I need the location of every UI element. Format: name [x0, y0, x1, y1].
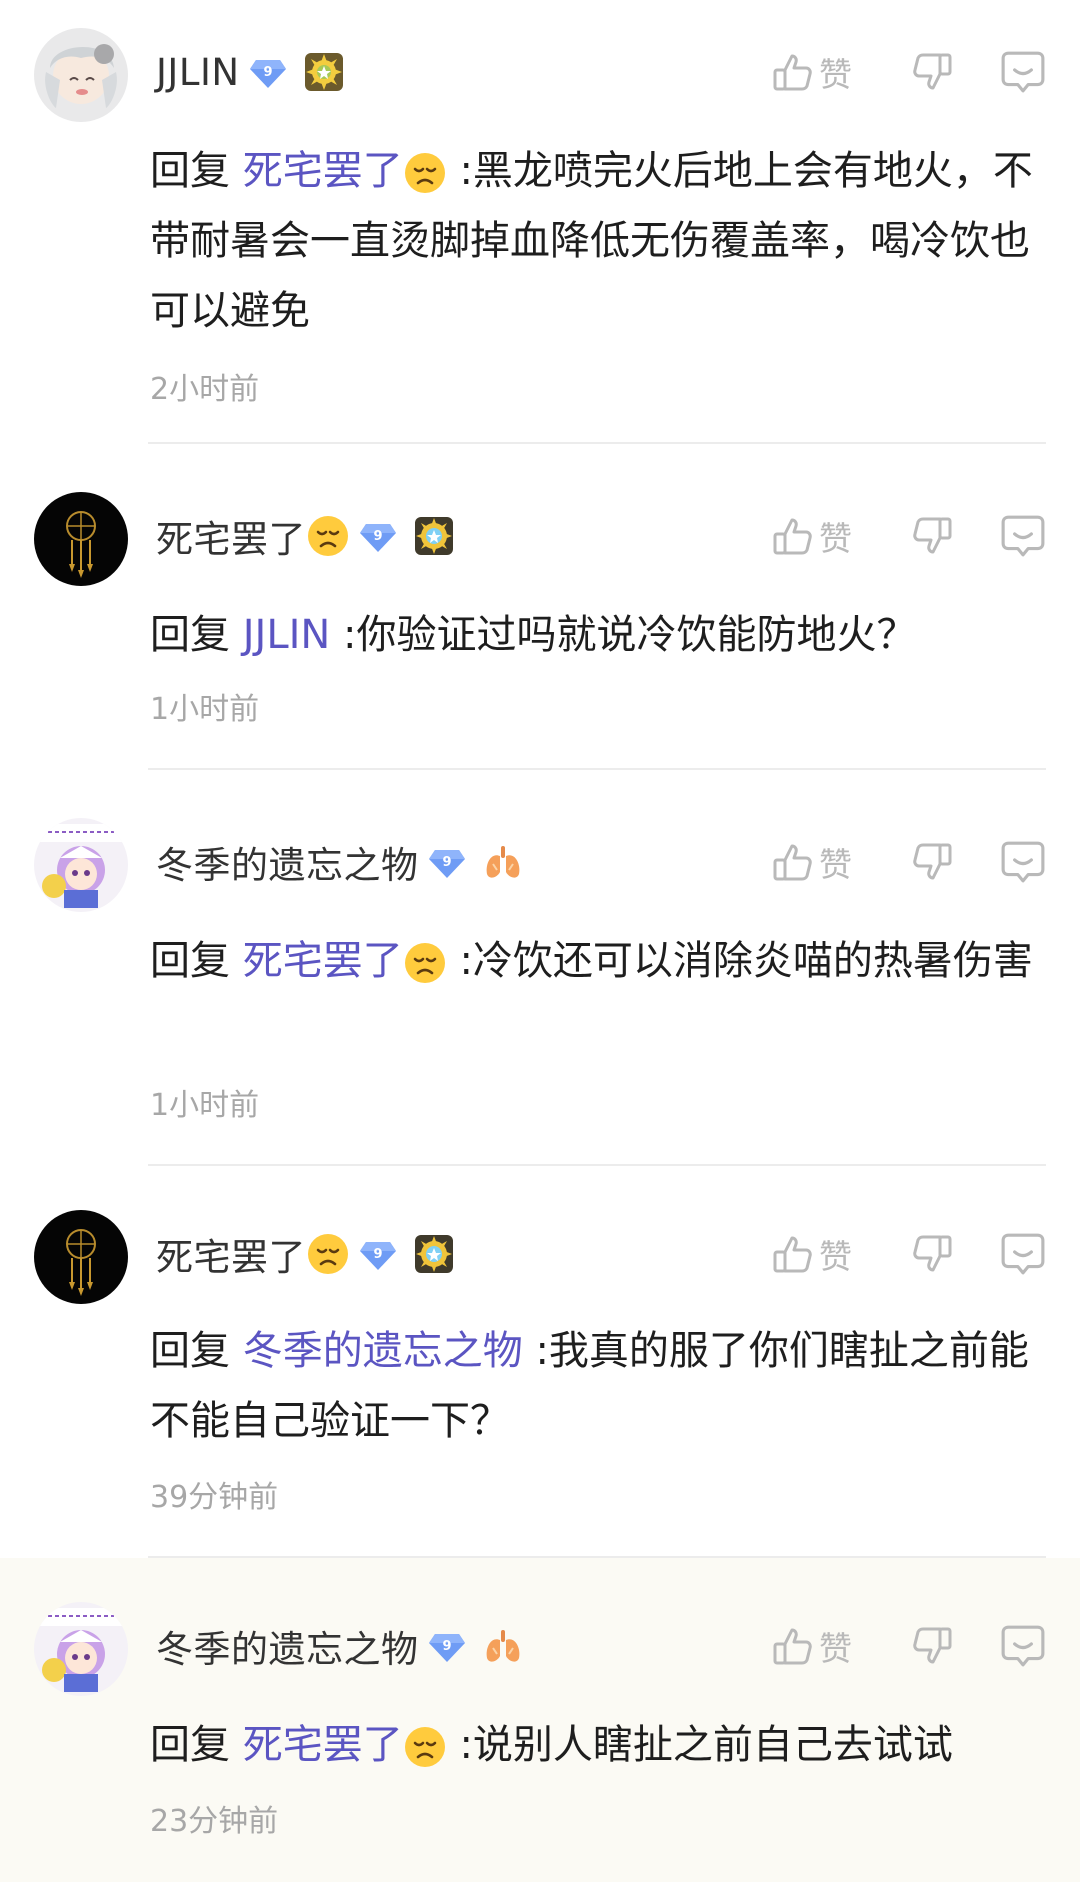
mention-name: 死宅罢了: [242, 148, 403, 194]
comment-text: 回复 JJLIN :你验证过吗就说冷饮能防地火？: [150, 600, 1040, 670]
comment-item: 冬季的遗忘之物 赞 回复 死宅罢了 :冷饮还可以消除炎喵的热暑伤害 1小时前: [0, 770, 1080, 1166]
comment-body: :冷饮还可以消除炎喵的热暑伤害: [459, 938, 1033, 984]
thumb-down-icon: [910, 840, 954, 884]
mention-name: 死宅罢了: [242, 1722, 403, 1768]
comment-header: 冬季的遗忘之物: [156, 1616, 525, 1676]
sun-medal-icon: [302, 50, 346, 94]
level-badge-icon: [358, 1234, 398, 1274]
mention-link[interactable]: 死宅罢了: [243, 938, 447, 984]
avatar[interactable]: [34, 1210, 128, 1304]
like-button[interactable]: 赞: [771, 506, 852, 566]
like-label: 赞: [819, 1629, 852, 1668]
comment-item: JJLIN 赞 回复 死宅罢了 :黑龙喷完火后地上会有地火，不带耐暑会一直烫脚掉…: [0, 0, 1080, 444]
reply-button[interactable]: [1000, 42, 1046, 102]
mention-link[interactable]: 死宅罢了: [243, 148, 447, 194]
thumb-up-icon: [771, 1232, 815, 1276]
comment-body: :说别人瞎扯之前自己去试试: [459, 1722, 953, 1768]
dislike-button[interactable]: [910, 1224, 954, 1284]
comment-item: 死宅罢了 赞 回复 冬季的遗忘之物 :我真的服了你们瞎扯之前能不能自己验证一下？…: [0, 1166, 1080, 1560]
timestamp: 2小时前: [150, 372, 260, 407]
level-badge-icon: [248, 52, 288, 92]
sad-face-emoji: [403, 151, 447, 195]
lungs-icon: [481, 1624, 525, 1668]
comment-bubble-icon: [1000, 513, 1046, 559]
comment-body: :你验证过吗就说冷饮能防地火？: [343, 612, 917, 658]
username[interactable]: 冬季的遗忘之物: [156, 835, 419, 889]
mention-link[interactable]: 死宅罢了: [243, 1722, 447, 1768]
timestamp: 1小时前: [150, 692, 260, 727]
thumb-up-icon: [771, 50, 815, 94]
dislike-button[interactable]: [910, 1616, 954, 1676]
comment-text: 回复 死宅罢了 :冷饮还可以消除炎喵的热暑伤害: [150, 926, 1040, 996]
lungs-icon: [481, 840, 525, 884]
like-button[interactable]: 赞: [771, 42, 852, 102]
avatar[interactable]: [34, 818, 128, 912]
timestamp: 23分钟前: [150, 1804, 279, 1839]
comment-header: 死宅罢了: [156, 1224, 456, 1284]
comment-header: 死宅罢了: [156, 506, 456, 566]
comment-item: 死宅罢了 赞 回复 JJLIN :你验证过吗就说冷饮能防地火？ 1小时前: [0, 444, 1080, 770]
avatar[interactable]: [34, 1602, 128, 1696]
mention-link[interactable]: JJLIN: [243, 612, 331, 658]
reply-label: 回复: [150, 148, 230, 194]
level-badge-icon: [358, 516, 398, 556]
reply-label: 回复: [150, 612, 230, 658]
comment-bubble-icon: [1000, 49, 1046, 95]
sad-face-emoji: [403, 941, 447, 985]
timestamp: 1小时前: [150, 1088, 260, 1123]
username[interactable]: JJLIN: [156, 51, 240, 94]
like-label: 赞: [819, 845, 852, 884]
thumb-down-icon: [910, 1232, 954, 1276]
blue-sun-medal-icon: [412, 514, 456, 558]
comment-bubble-icon: [1000, 839, 1046, 885]
thumb-down-icon: [910, 514, 954, 558]
dislike-button[interactable]: [910, 832, 954, 892]
sad-face-emoji: [306, 514, 350, 558]
sad-face-emoji: [306, 1232, 350, 1276]
dislike-button[interactable]: [910, 506, 954, 566]
comment-text: 回复 死宅罢了 :黑龙喷完火后地上会有地火，不带耐暑会一直烫脚掉血降低无伤覆盖率…: [150, 136, 1040, 346]
reply-label: 回复: [150, 1722, 230, 1768]
mention-link[interactable]: 冬季的遗忘之物: [243, 1328, 523, 1374]
level-badge-icon: [427, 842, 467, 882]
avatar[interactable]: [34, 492, 128, 586]
comment-header: JJLIN: [156, 42, 346, 102]
username[interactable]: 冬季的遗忘之物: [156, 1619, 419, 1673]
mention-name: 死宅罢了: [242, 938, 403, 984]
thumb-up-icon: [771, 514, 815, 558]
comment-text: 回复 死宅罢了 :说别人瞎扯之前自己去试试: [150, 1710, 1040, 1780]
like-button[interactable]: 赞: [771, 832, 852, 892]
dislike-button[interactable]: [910, 42, 954, 102]
reply-button[interactable]: [1000, 832, 1046, 892]
like-label: 赞: [819, 55, 852, 94]
username[interactable]: 死宅罢了: [156, 1227, 306, 1281]
sad-face-emoji: [403, 1725, 447, 1769]
reply-button[interactable]: [1000, 1616, 1046, 1676]
reply-button[interactable]: [1000, 506, 1046, 566]
thumb-down-icon: [910, 1624, 954, 1668]
like-button[interactable]: 赞: [771, 1224, 852, 1284]
avatar[interactable]: [34, 28, 128, 122]
reply-label: 回复: [150, 938, 230, 984]
username[interactable]: 死宅罢了: [156, 509, 306, 563]
like-button[interactable]: 赞: [771, 1616, 852, 1676]
level-badge-icon: [427, 1626, 467, 1666]
thumb-up-icon: [771, 840, 815, 884]
like-label: 赞: [819, 1237, 852, 1276]
reply-button[interactable]: [1000, 1224, 1046, 1284]
reply-label: 回复: [150, 1328, 230, 1374]
thumb-up-icon: [771, 1624, 815, 1668]
comment-item: 冬季的遗忘之物 赞 回复 死宅罢了 :说别人瞎扯之前自己去试试 23分钟前: [0, 1558, 1080, 1882]
comment-bubble-icon: [1000, 1231, 1046, 1277]
like-label: 赞: [819, 519, 852, 558]
comment-text: 回复 冬季的遗忘之物 :我真的服了你们瞎扯之前能不能自己验证一下？: [150, 1316, 1040, 1456]
thumb-down-icon: [910, 50, 954, 94]
blue-sun-medal-icon: [412, 1232, 456, 1276]
timestamp: 39分钟前: [150, 1480, 279, 1515]
comment-bubble-icon: [1000, 1623, 1046, 1669]
comment-header: 冬季的遗忘之物: [156, 832, 525, 892]
